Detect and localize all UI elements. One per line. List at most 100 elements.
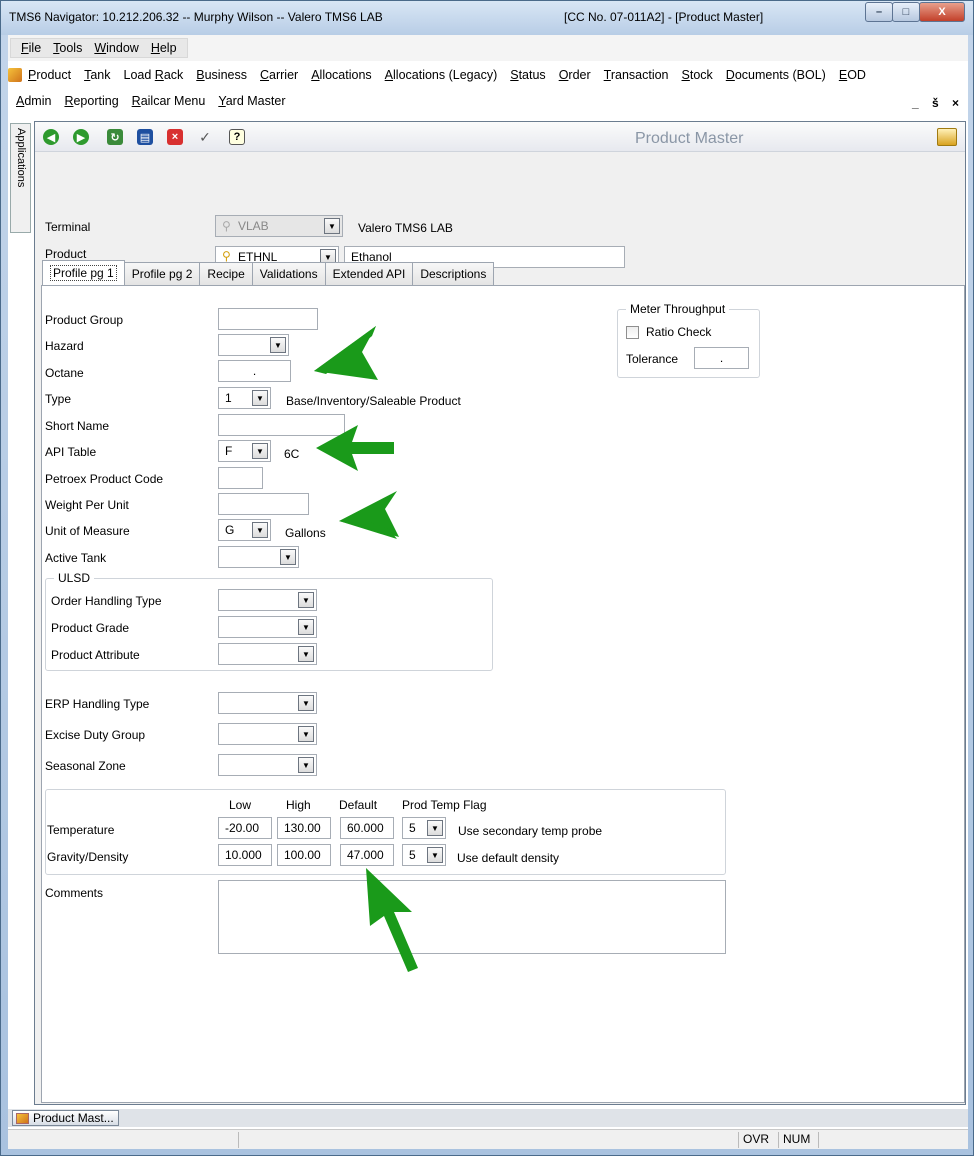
terminal-label: Terminal [45, 220, 91, 234]
back-arrow-icon[interactable]: ◀ [43, 129, 59, 145]
comments-field[interactable] [218, 880, 726, 954]
close-window-button[interactable]: X [919, 2, 965, 22]
product-attribute-combo[interactable]: ▼ [218, 643, 317, 665]
chevron-down-icon[interactable]: ▼ [298, 646, 314, 662]
gravity-default-field[interactable]: 47.000 [340, 844, 394, 866]
gravity-flag-description: Use default density [457, 851, 560, 865]
api-table-value: F [225, 444, 233, 458]
menu-tools[interactable]: Tools [53, 41, 82, 55]
minimize-button[interactable]: – [865, 2, 893, 22]
maximize-button[interactable]: □ [892, 2, 920, 22]
type-combo[interactable]: 1 ▼ [218, 387, 271, 409]
delete-icon[interactable]: × [167, 129, 183, 145]
gravity-low-field[interactable]: 10.000 [218, 844, 272, 866]
applications-side-tab[interactable]: Applications [10, 123, 31, 233]
chevron-down-icon[interactable]: ▼ [298, 757, 314, 773]
uom-description: Gallons [285, 526, 326, 540]
ulsd-title: ULSD [54, 571, 95, 585]
menu-railcar-menu[interactable]: Railcar Menu [132, 94, 206, 108]
menu-carrier[interactable]: Carrier [260, 68, 298, 82]
taskbar-product-master[interactable]: Product Mast... [12, 1110, 119, 1126]
seasonal-zone-label: Seasonal Zone [45, 759, 126, 773]
api-table-combo[interactable]: F ▼ [218, 440, 271, 462]
chevron-down-icon[interactable]: ▼ [427, 847, 443, 863]
chevron-down-icon[interactable]: ▼ [252, 390, 268, 406]
chevron-down-icon[interactable]: ▼ [298, 619, 314, 635]
tab-descriptions[interactable]: Descriptions [412, 262, 495, 285]
menu-product[interactable]: Product [28, 68, 71, 82]
erp-handling-label: ERP Handling Type [45, 697, 150, 711]
chevron-down-icon[interactable]: ▼ [252, 522, 268, 538]
chevron-down-icon[interactable]: ▼ [298, 726, 314, 742]
menu-file[interactable]: File [21, 41, 41, 55]
window-subtitle: [CC No. 07-011A2] - [Product Master] [564, 10, 764, 24]
clear-brush-icon[interactable]: ✓ [197, 129, 213, 145]
menu-order[interactable]: Order [559, 68, 591, 82]
menu-allocations[interactable]: Allocations [311, 68, 371, 82]
ratio-check-checkbox[interactable] [626, 326, 639, 339]
tab-extended-api[interactable]: Extended API [324, 262, 414, 285]
excise-duty-combo[interactable]: ▼ [218, 723, 317, 745]
window-title: TMS6 Navigator: 10.212.206.32 -- Murphy … [9, 10, 383, 24]
chevron-down-icon[interactable]: ▼ [280, 549, 296, 565]
help-icon[interactable]: ? [229, 129, 245, 145]
refresh-icon[interactable]: ↻ [107, 129, 123, 145]
save-icon[interactable]: ▤ [137, 129, 153, 145]
mdi-window-controls[interactable]: _ š × [912, 96, 964, 110]
octane-field[interactable]: . [218, 360, 291, 382]
menu-reporting[interactable]: Reporting [64, 94, 118, 108]
chevron-down-icon[interactable]: ▼ [427, 820, 443, 836]
chevron-down-icon[interactable]: ▼ [298, 695, 314, 711]
active-tank-combo[interactable]: ▼ [218, 546, 299, 568]
tab-recipe[interactable]: Recipe [199, 262, 253, 285]
temperature-low-field[interactable]: -20.00 [218, 817, 272, 839]
product-grade-combo[interactable]: ▼ [218, 616, 317, 638]
menu-business[interactable]: Business [196, 68, 247, 82]
menu-help[interactable]: Help [151, 41, 177, 55]
chevron-down-icon[interactable]: ▼ [298, 592, 314, 608]
menu-admin[interactable]: Admin [16, 94, 51, 108]
client-area: File Tools Window Help Product Tank Load Rack… [8, 35, 968, 1149]
uom-value: G [225, 523, 235, 537]
tab-profile-pg-1[interactable]: Profile pg 1 [42, 260, 125, 285]
menu-status[interactable]: Status [510, 68, 545, 82]
menu-yard-master[interactable]: Yard Master [218, 94, 285, 108]
type-description: Base/Inventory/Saleable Product [286, 394, 461, 408]
menu-tank[interactable]: Tank [84, 68, 110, 82]
menu-eod[interactable]: EOD [839, 68, 866, 82]
tolerance-field[interactable]: . [694, 347, 749, 369]
seasonal-zone-combo[interactable]: ▼ [218, 754, 317, 776]
product-group-field[interactable] [218, 308, 318, 330]
gravity-high-field[interactable]: 100.00 [277, 844, 331, 866]
gravity-flag-combo[interactable]: 5 ▼ [402, 844, 446, 866]
weight-field[interactable] [218, 493, 309, 515]
settings-icon[interactable] [937, 128, 957, 146]
tab-profile-pg-2[interactable]: Profile pg 2 [123, 262, 201, 285]
chevron-down-icon[interactable]: ▼ [270, 337, 286, 353]
menu-window[interactable]: Window [94, 41, 138, 55]
temperature-default-field[interactable]: 60.000 [340, 817, 394, 839]
type-label: Type [45, 392, 72, 406]
forward-arrow-icon[interactable]: ▶ [73, 129, 89, 145]
menu-allocations-legacy[interactable]: Allocations (Legacy) [385, 68, 498, 82]
petroex-field[interactable] [218, 467, 263, 489]
order-handling-combo[interactable]: ▼ [218, 589, 317, 611]
meter-throughput-group: Meter Throughput Ratio Check Tolerance . [617, 302, 760, 378]
close-icon: X [938, 6, 946, 18]
hazard-combo[interactable]: ▼ [218, 334, 289, 356]
title-bar: TMS6 Navigator: 10.212.206.32 -- Murphy … [1, 1, 973, 35]
temperature-flag-combo[interactable]: 5 ▼ [402, 817, 446, 839]
comments-label: Comments [45, 886, 104, 900]
octane-label: Octane [45, 366, 84, 380]
erp-handling-combo[interactable]: ▼ [218, 692, 317, 714]
uom-label: Unit of Measure [45, 524, 130, 538]
uom-combo[interactable]: G ▼ [218, 519, 271, 541]
menu-loadrack[interactable]: Load Rack [124, 68, 184, 82]
chevron-down-icon[interactable]: ▼ [252, 443, 268, 459]
menu-transaction[interactable]: Transaction [604, 68, 669, 82]
col-header-low: Low [229, 798, 252, 812]
temperature-high-field[interactable]: 130.00 [277, 817, 331, 839]
menu-stock[interactable]: Stock [682, 68, 713, 82]
menu-documents-bol[interactable]: Documents (BOL) [726, 68, 826, 82]
tab-validations[interactable]: Validations [251, 262, 326, 285]
